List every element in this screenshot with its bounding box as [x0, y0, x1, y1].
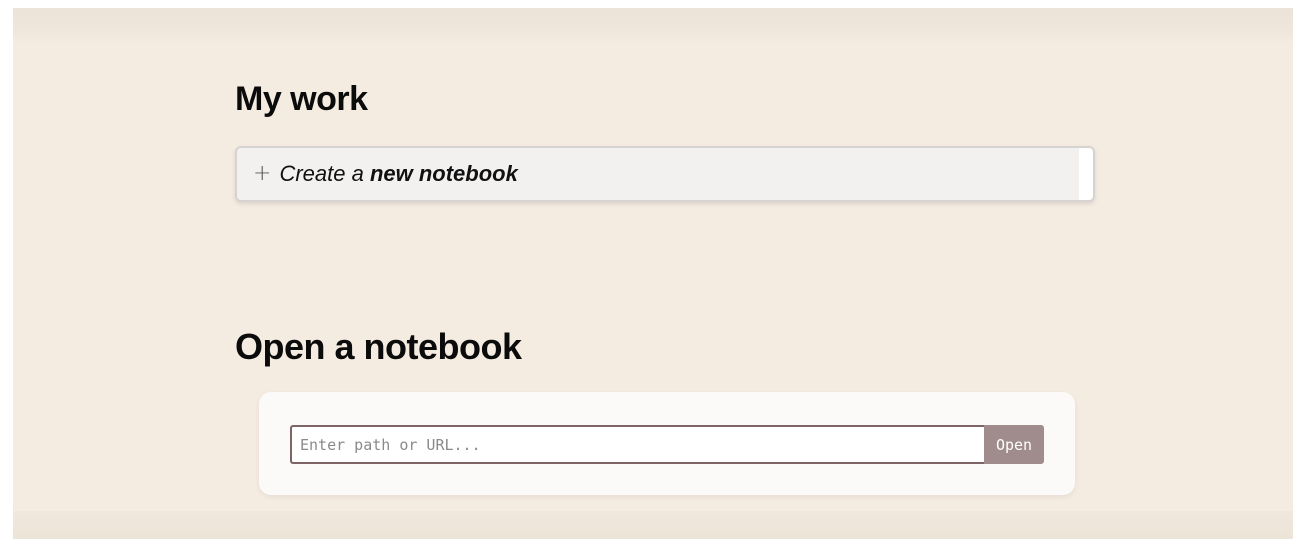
path-input[interactable] [290, 425, 984, 464]
open-notebook-heading: Open a notebook [235, 326, 522, 367]
open-button[interactable]: Open [984, 425, 1044, 464]
open-notebook-form: Open [290, 425, 1044, 464]
create-notebook-bold: new notebook [369, 161, 518, 186]
my-work-heading: My work [235, 80, 368, 118]
open-notebook-card: Open [259, 392, 1075, 495]
card-edge [1079, 148, 1093, 200]
bottom-band [13, 511, 1293, 539]
plus-icon: + [253, 161, 272, 186]
top-band [13, 8, 1293, 44]
create-new-notebook-button[interactable]: + Create a new notebook [235, 146, 1095, 202]
create-notebook-label: Create a new notebook [279, 161, 517, 187]
create-notebook-prefix: Create a [279, 161, 370, 186]
page-frame: My work + Create a new notebook Open a n… [13, 8, 1293, 539]
